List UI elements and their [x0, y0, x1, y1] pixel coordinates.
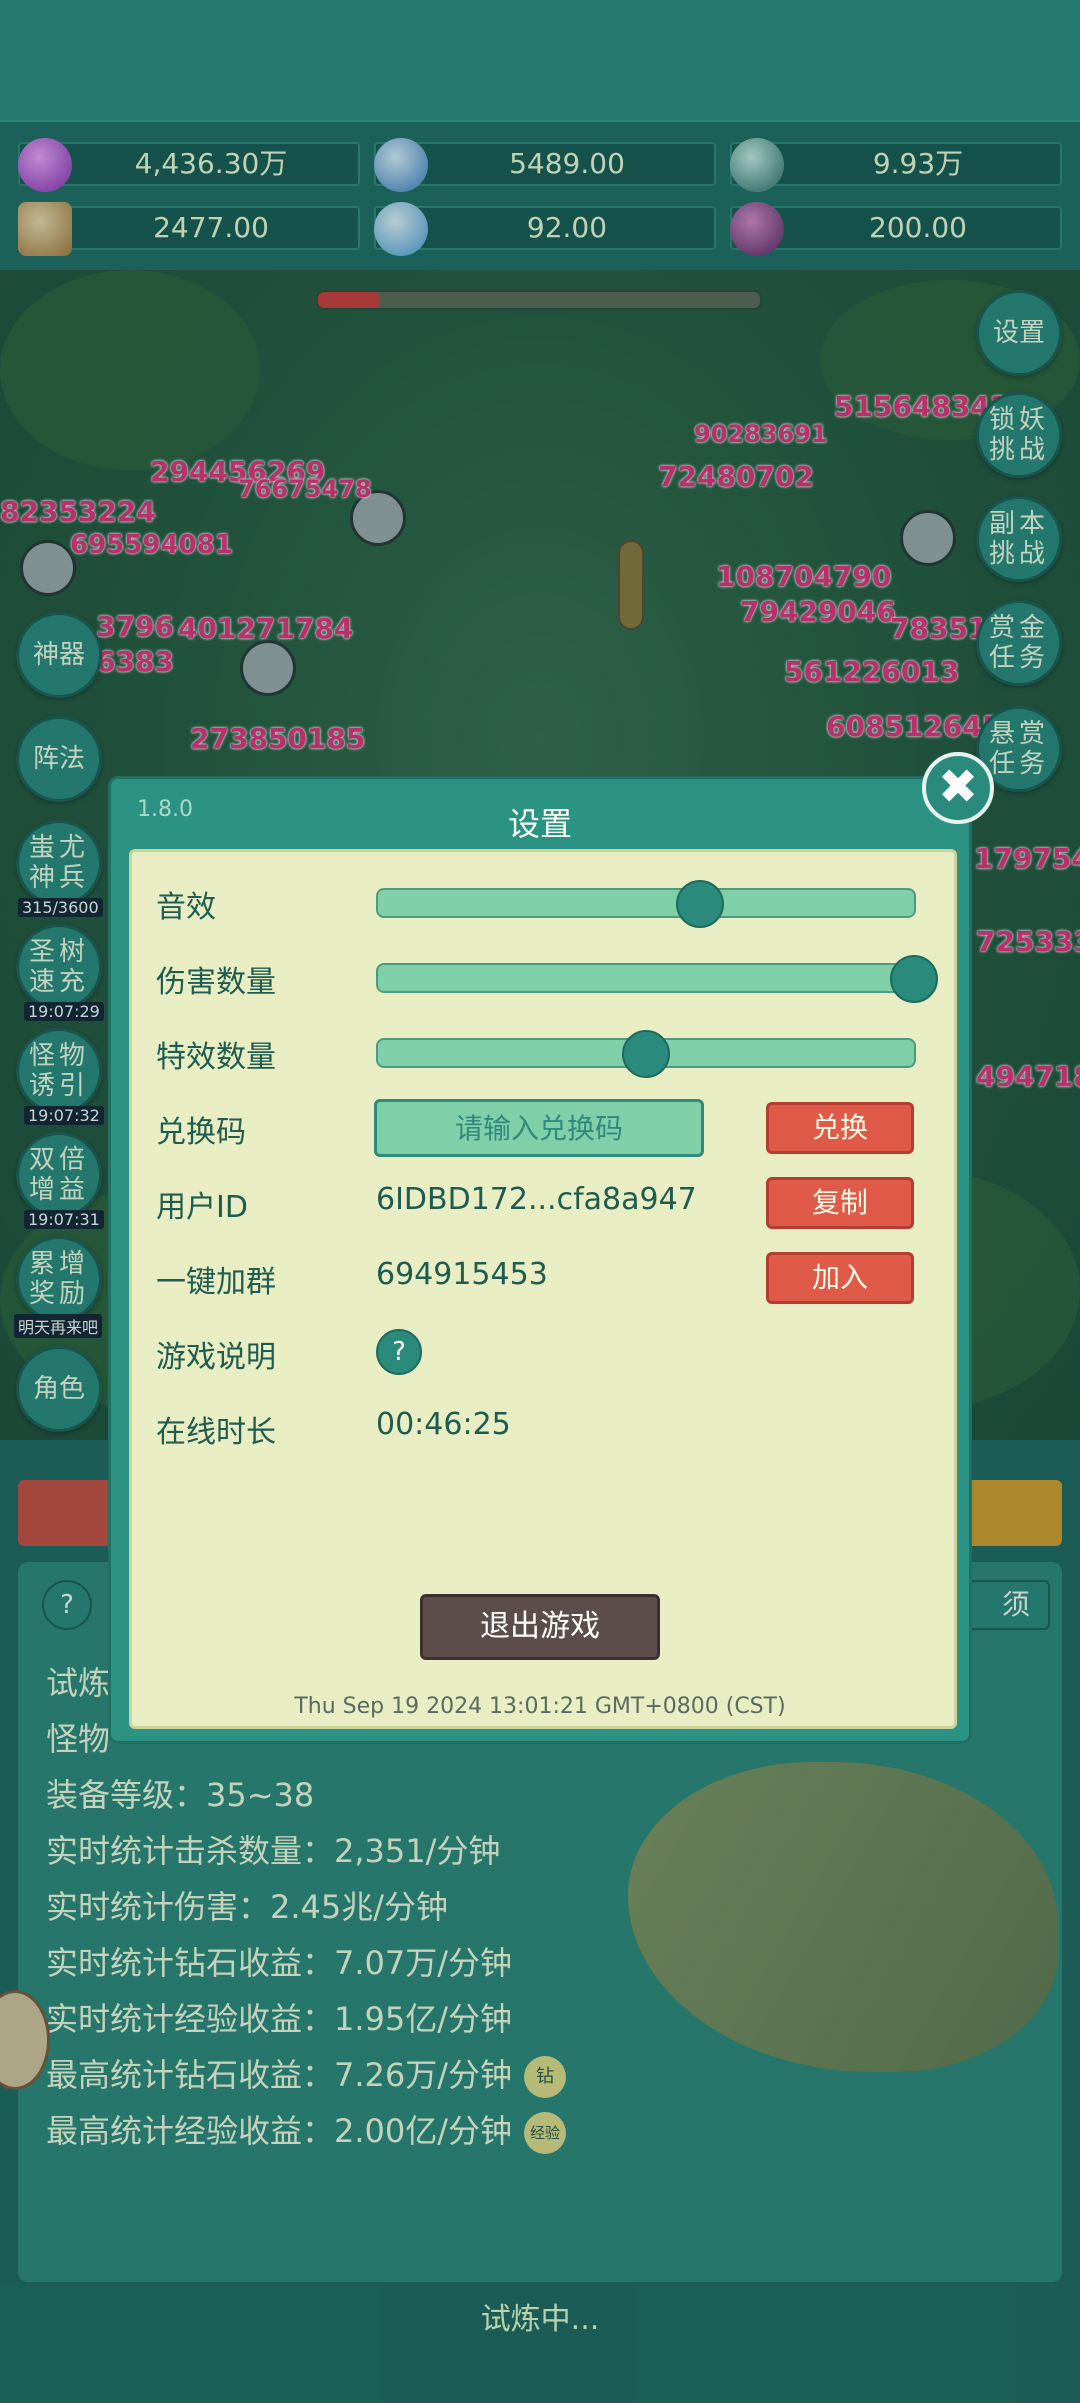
help-icon[interactable]: ?	[376, 1329, 422, 1375]
dialog-timestamp: Thu Sep 19 2024 13:01:21 GMT+0800 (CST)	[294, 1694, 786, 1719]
redeem-button[interactable]: 兑换	[766, 1102, 914, 1154]
group-number: 694915453	[376, 1257, 548, 1292]
damage-count-label: 伤害数量	[156, 965, 276, 1000]
online-time-value: 00:46:25	[376, 1407, 511, 1442]
redeem-code-label: 兑换码	[156, 1115, 246, 1150]
damage-count-slider-thumb[interactable]	[890, 955, 938, 1003]
effect-count-label: 特效数量	[156, 1040, 276, 1075]
join-group-label: 一键加群	[156, 1265, 276, 1300]
exit-game-button[interactable]: 退出游戏	[420, 1594, 660, 1660]
online-time-label: 在线时长	[156, 1415, 276, 1450]
join-button[interactable]: 加入	[766, 1252, 914, 1304]
sound-slider-thumb[interactable]	[675, 880, 724, 928]
redeem-code-input[interactable]	[374, 1099, 704, 1157]
user-id-label: 用户ID	[156, 1190, 248, 1225]
close-icon[interactable]: ✖	[922, 752, 994, 824]
game-guide-label: 游戏说明	[156, 1340, 276, 1375]
effect-count-slider-thumb[interactable]	[622, 1030, 670, 1078]
damage-count-slider[interactable]	[376, 955, 938, 1003]
sound-label: 音效	[156, 890, 216, 925]
copy-button[interactable]: 复制	[766, 1177, 914, 1229]
sound-slider[interactable]	[376, 880, 916, 928]
dialog-title: 设置	[507, 805, 572, 843]
effect-count-slider[interactable]	[376, 1030, 916, 1078]
user-id-value: 6IDBD172...cfa8a947	[376, 1182, 697, 1217]
